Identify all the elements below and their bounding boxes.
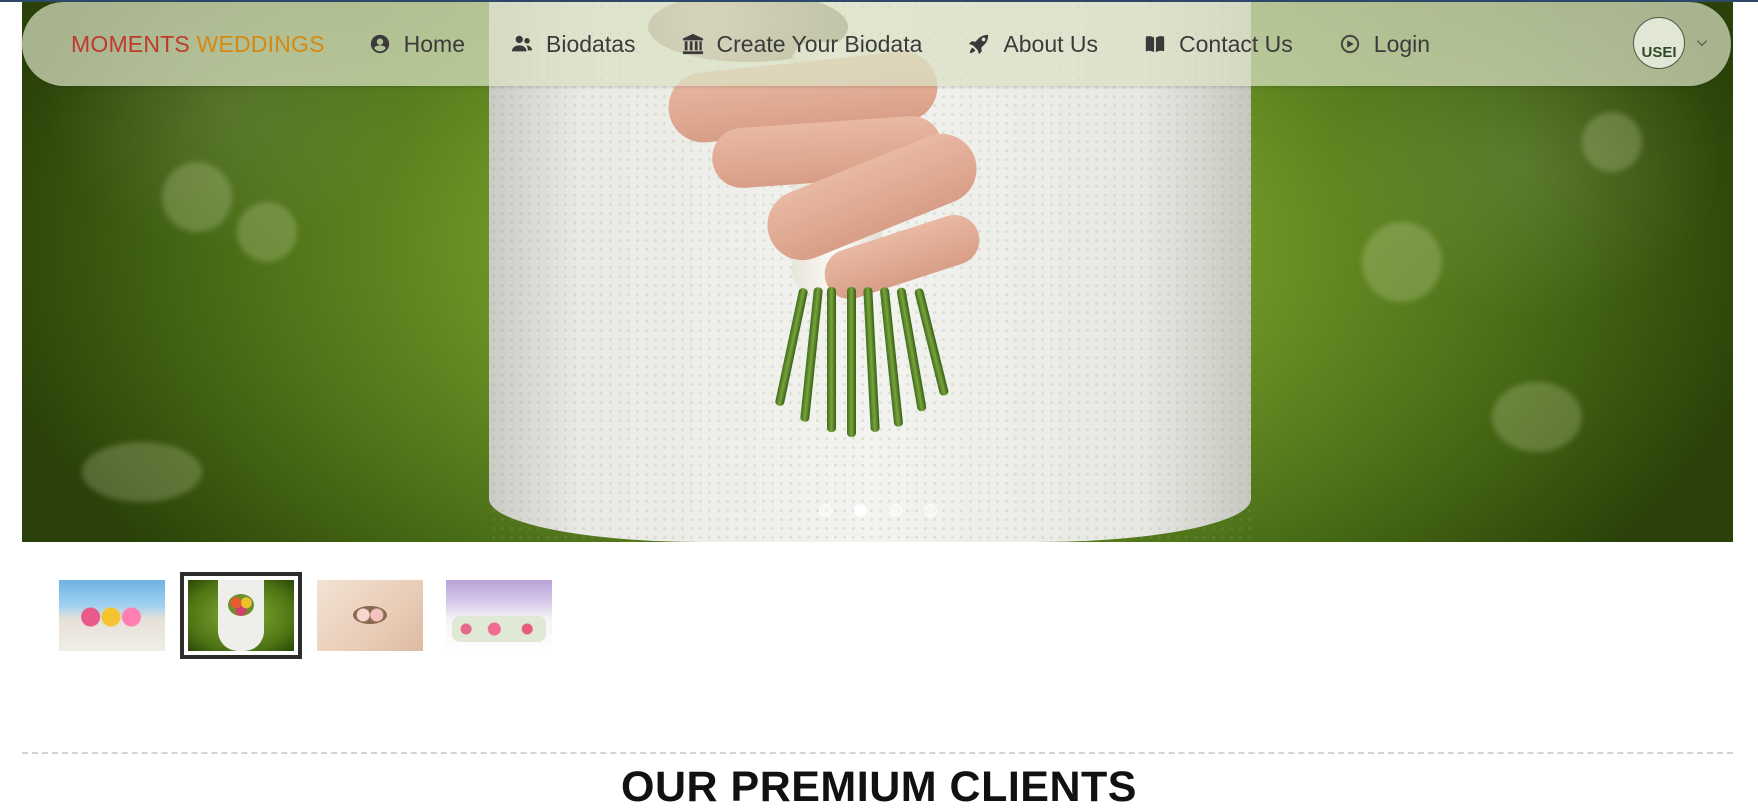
nav-create-biodata[interactable]: Create Your Biodata [682, 30, 923, 58]
bokeh-light [162, 162, 232, 232]
users-icon [511, 35, 533, 52]
carousel-dot-3[interactable] [888, 504, 902, 517]
thumbnail-beach-wedding[interactable] [59, 580, 165, 651]
bokeh-light [1362, 222, 1442, 302]
thumbnail-reception-table[interactable] [446, 580, 552, 651]
nav-biodatas[interactable]: Biodatas [511, 31, 636, 58]
nav-menu: Home Biodatas Create Your Biodata About … [369, 31, 1476, 58]
avatar[interactable]: USEI [1633, 17, 1685, 69]
brand-part1: MOMENTS [71, 30, 190, 57]
thumbnail-bride-hands[interactable] [317, 580, 423, 651]
carousel-dot-2[interactable] [853, 504, 867, 517]
book-icon [1145, 36, 1165, 53]
nav-create-biodata-label: Create Your Biodata [716, 30, 923, 57]
nav-login[interactable]: Login [1339, 31, 1430, 58]
navbar: MOMENTS WEDDINGS Home Biodatas Create Yo… [22, 2, 1731, 86]
rocket-icon [969, 34, 989, 55]
carousel-thumbnails [59, 572, 575, 659]
carousel-dot-4[interactable] [923, 504, 937, 517]
section-divider [22, 752, 1733, 754]
user-menu[interactable]: USEI [1633, 17, 1709, 69]
nav-contact[interactable]: Contact Us [1144, 31, 1293, 58]
nav-home[interactable]: Home [369, 31, 465, 58]
nav-about-label: About Us [1003, 30, 1099, 57]
bokeh-light [82, 442, 202, 502]
bouquet-stem [847, 287, 856, 437]
carousel-dot-1[interactable] [818, 504, 832, 517]
nav-about[interactable]: About Us [968, 31, 1098, 58]
avatar-alt-text: USEI [1641, 44, 1677, 61]
nav-contact-label: Contact Us [1179, 30, 1293, 57]
chevron-down-icon[interactable] [1695, 36, 1709, 50]
user-circle-icon [370, 34, 389, 54]
bank-icon [682, 33, 703, 55]
nav-home-label: Home [403, 30, 466, 57]
bokeh-light [1582, 112, 1642, 172]
bokeh-light [237, 202, 297, 262]
bouquet-stem [827, 287, 836, 432]
brand-part2: WEDDINGS [196, 30, 325, 57]
brand-logo[interactable]: MOMENTS WEDDINGS [71, 31, 325, 58]
nav-login-label: Login [1373, 30, 1431, 57]
thumbnail-bride-bouquet[interactable] [180, 572, 302, 659]
nav-biodatas-label: Biodatas [546, 30, 636, 57]
bokeh-light [1492, 382, 1582, 452]
login-icon [1340, 34, 1359, 54]
carousel-indicators [22, 504, 1733, 517]
